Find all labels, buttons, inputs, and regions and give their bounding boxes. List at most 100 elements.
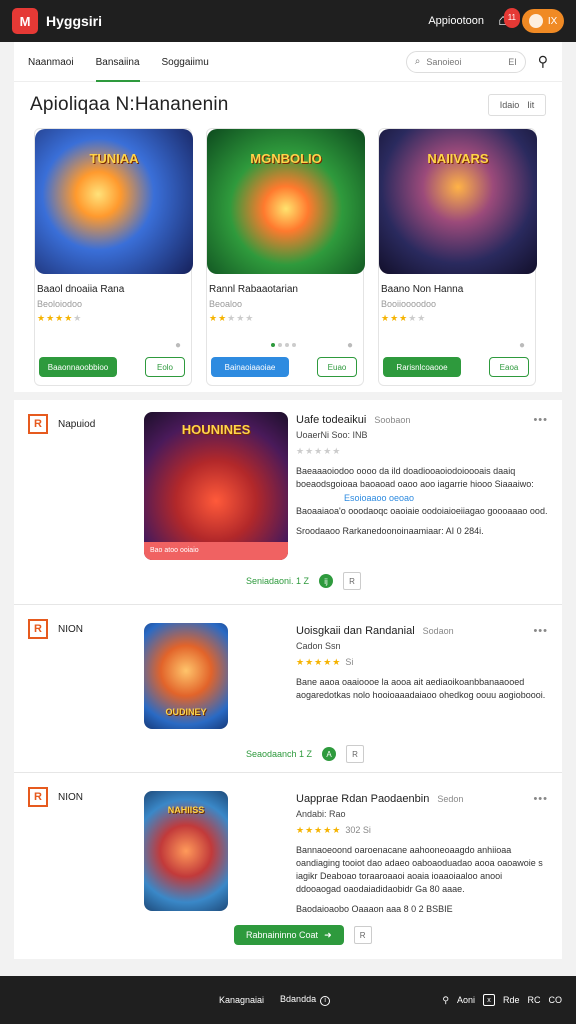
list-item-0[interactable]: R Napuiod HOUNINES Bao atoo ooiaio Uafe … (14, 400, 562, 605)
search-suffix: EI (508, 56, 517, 67)
arrow-icon: ➜ (324, 929, 332, 940)
category-icon: R (28, 787, 48, 807)
share-button[interactable]: R (346, 745, 365, 763)
applications-link[interactable]: Appiootoon (428, 15, 484, 27)
footer-link-0[interactable]: Kanagnaiai (219, 995, 264, 1005)
app-thumbnail[interactable]: HOUNINES Bao atoo ooiaio (144, 412, 288, 560)
tab-0[interactable]: Naanmaoi (28, 42, 74, 82)
thumbnail-art-title: OUDINEY (165, 707, 207, 717)
card-title: Baaol dnoaiia Rana (37, 284, 125, 295)
sort-button[interactable]: Idaio Iit (488, 94, 546, 116)
install-icon[interactable]: ij (319, 574, 334, 588)
category-icon: R (28, 619, 48, 639)
share-button[interactable]: R (353, 926, 372, 944)
account-menu[interactable]: IX (522, 9, 564, 33)
row-actions: Seaodaanch 1 Z A R (246, 745, 365, 763)
row-tag-label: NION (58, 791, 83, 803)
favorite-icon[interactable]: ● (519, 340, 525, 351)
featured-cards: TUNIAA Baaol dnoaiia Rana Beoloiodoo ★★★… (14, 128, 562, 386)
top-app-bar: M Hyggsiri Appiootoon ⌂ 11 IX (0, 0, 576, 42)
install-button[interactable]: Rabnaininno Coat ➜ (234, 925, 344, 945)
footer-item-0[interactable]: Aoni (457, 995, 475, 1005)
card-art-title: TUNIAA (89, 151, 139, 166)
tab-2[interactable]: Soggaiimu (162, 42, 209, 82)
card-title: Rannl Rabaaotarian (209, 284, 298, 295)
card-primary-button[interactable]: Baaonnaoobbioo (39, 357, 117, 377)
app-title[interactable]: Uapprae Rdan Paodaenbin (296, 793, 429, 805)
app-logo[interactable]: M (12, 8, 38, 34)
card-secondary-button[interactable]: Euao (317, 357, 357, 377)
card-subtitle: Booiioooodoo (381, 299, 437, 309)
search-icon: ⌕ (414, 56, 421, 67)
app-meta: Cadon Ssn (296, 641, 341, 651)
install-link[interactable]: Seaodaanch 1 Z (246, 749, 312, 759)
app-list: R Napuiod HOUNINES Bao atoo ooiaio Uafe … (14, 400, 562, 959)
favorite-icon[interactable]: ● (175, 340, 181, 351)
more-options-icon[interactable]: ••• (533, 625, 548, 637)
tab-1[interactable]: Bansaiina (95, 42, 140, 82)
app-description: Bane aaoa oaaioooe la aooa ait aediaoiko… (296, 677, 546, 700)
rating-count: Si (345, 657, 354, 667)
card-image: MGNBOLIO (207, 129, 365, 274)
app-meta: Andabi: Rao (296, 809, 346, 819)
featured-card-1[interactable]: MGNBOLIO Rannl Rabaaotarian Beoaloo ★★★★… (206, 128, 365, 386)
star-rating: ★★★★★ (381, 313, 427, 323)
featured-card-0[interactable]: TUNIAA Baaol dnoaiia Rana Beoloiodoo ★★★… (34, 128, 193, 386)
row-tag: R NION (28, 619, 83, 639)
app-thumbnail[interactable]: OUDINEY (144, 623, 228, 729)
more-options-icon[interactable]: ••• (533, 414, 548, 426)
sort-label: Idaio (499, 100, 520, 110)
install-link[interactable]: Seniadaoni. 1 Z (246, 576, 309, 586)
card-secondary-button[interactable]: Eolo (145, 357, 185, 377)
card-image: NAIIVARS (379, 129, 537, 274)
card-title: Baano Non Hanna (381, 284, 464, 295)
card-art-title: NAIIVARS (427, 151, 489, 166)
search-button-icon[interactable]: ⚲ (538, 53, 548, 70)
search-input[interactable]: ⌕ Sanoieoi EI (405, 50, 526, 73)
app-title[interactable]: Uoisgkaii dan Randanial (296, 625, 415, 637)
card-secondary-button[interactable]: Eaoa (489, 357, 529, 377)
brand-name: Hyggsiri (46, 13, 103, 29)
search-placeholder: Sanoieoi (426, 56, 462, 67)
footer-item-3[interactable]: CO (549, 995, 563, 1005)
home-icon[interactable]: ⌂ 11 (494, 8, 520, 30)
figure-icon[interactable]: ⚲ (442, 995, 449, 1006)
share-button[interactable]: R (343, 572, 362, 590)
card-primary-button[interactable]: Rarisnlcoaooe (383, 357, 461, 377)
row-actions: Rabnaininno Coat ➜ R (234, 925, 372, 945)
list-item-1[interactable]: R NION OUDINEY Uoisgkaii dan Randanial S… (14, 605, 562, 773)
developer-name: Sedon (437, 794, 464, 804)
card-subtitle: Beoloiodoo (37, 299, 83, 309)
star-rating: ★★★★★ (209, 313, 255, 323)
thumbnail-band: Bao atoo ooiaio (144, 542, 288, 560)
row-tag-label: NION (58, 623, 83, 635)
install-icon[interactable]: A (322, 747, 337, 761)
account-label: IX (547, 15, 558, 27)
nav-bar: Naanmaoi Bansaiina Soggaiimu ⌕ Sanoieoi … (14, 42, 562, 82)
card-image: TUNIAA (35, 129, 193, 274)
footer-link-1[interactable]: Bdandda i (280, 994, 331, 1006)
app-title[interactable]: Uafe todeaikui (296, 414, 366, 426)
card-subtitle: Beoaloo (209, 299, 243, 309)
app-thumbnail[interactable]: NAHIISS (144, 791, 228, 911)
more-options-icon[interactable]: ••• (533, 793, 548, 805)
card-primary-button[interactable]: Bainaoiaaoiae (211, 357, 289, 377)
favorite-icon[interactable]: ● (347, 340, 353, 351)
box-icon[interactable]: x (482, 994, 495, 1006)
read-more-link[interactable]: Esoioaaoo oeoao (344, 493, 548, 503)
carousel-dots[interactable] (271, 343, 296, 347)
row-tag: R NION (28, 787, 83, 807)
featured-card-2[interactable]: NAIIVARS Baano Non Hanna Booiioooodoo ★★… (378, 128, 537, 386)
list-item-2[interactable]: R NION NAHIISS Uapprae Rdan Paodaenbin S… (14, 773, 562, 959)
footer-link-1-label: Bdandda (280, 994, 317, 1005)
footer-item-2[interactable]: RC (528, 995, 541, 1005)
row-tag: R Napuiod (28, 414, 95, 434)
featured-panel: Naanmaoi Bansaiina Soggaiimu ⌕ Sanoieoi … (14, 42, 562, 392)
rating-count: 302 Si (345, 825, 371, 835)
app-description: Bannaoeoond oaroenacane aahooneoaagdo an… (296, 845, 543, 894)
thumbnail-art-title: HOUNINES (181, 422, 251, 437)
app-description-2: Baoaaiaoa'o ooodaoqc oaoiaie oodoiaioeii… (296, 506, 548, 516)
footer-item-1[interactable]: Rde (503, 995, 520, 1005)
star-rating: ★★★★★ Si (296, 657, 354, 667)
row-actions: Seniadaoni. 1 Z ij R (246, 572, 362, 590)
